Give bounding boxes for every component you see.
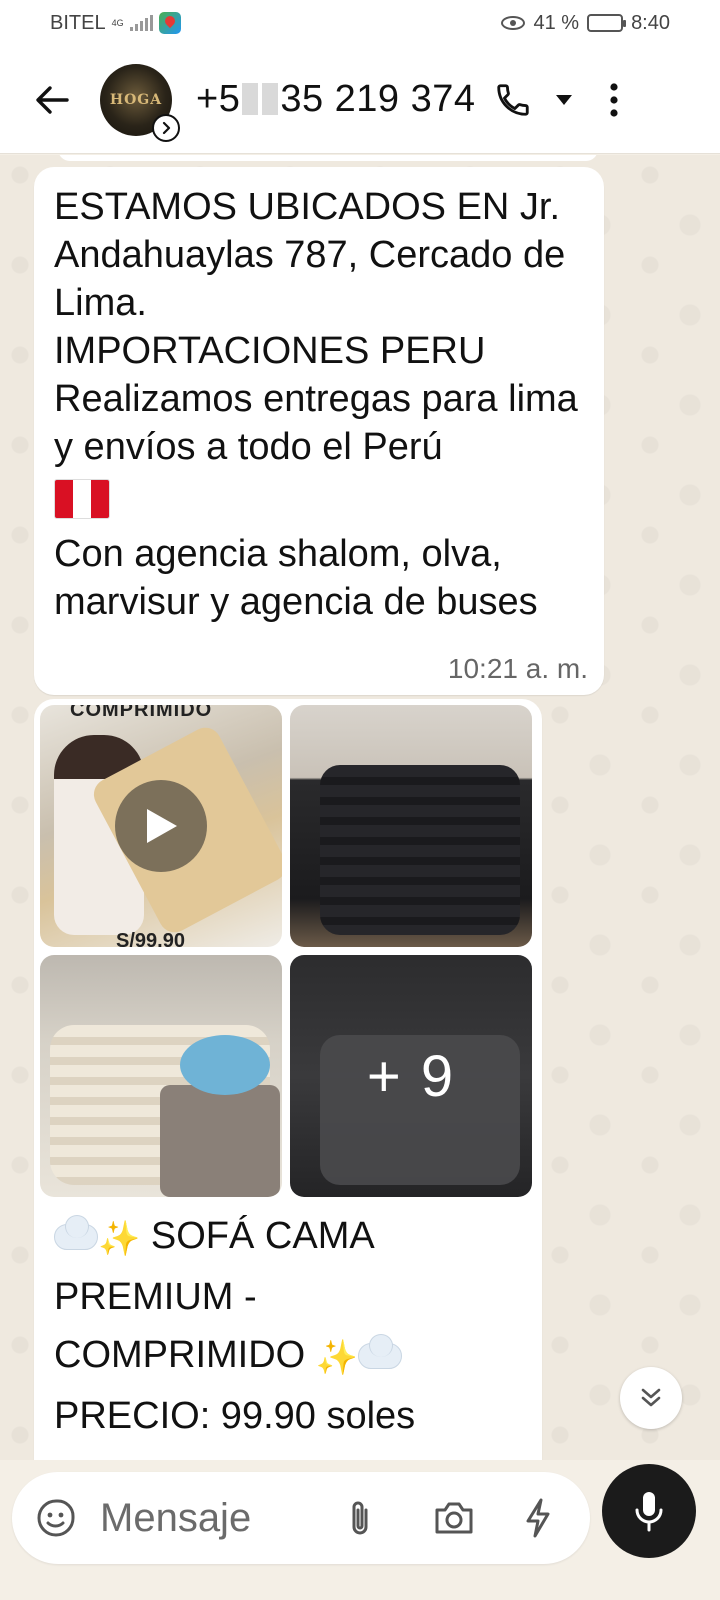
caption-text-1: SOFÁ CAMA [140,1215,375,1257]
plush-figure [180,1035,270,1095]
message-caption: ✨ SOFÁ CAMA PREMIUM - COMPRIMIDO ✨ PRECI… [40,1197,536,1445]
contact-number-suffix: 35 219 374 [280,78,476,120]
network-type-label: 4G [111,17,124,28]
status-right: 41 % 8:40 [501,12,670,35]
message-bubble-location[interactable]: ESTAMOS UBICADOS EN Jr. Andahuaylas 787,… [34,167,604,695]
redacted-block [242,83,259,115]
microphone-button[interactable] [602,1464,696,1558]
message-timestamp: 10:21 a. m. [447,653,588,684]
phone-call-icon[interactable] [494,78,538,122]
eye-comfort-icon [501,16,526,30]
cloud-emoji-icon [54,1215,98,1250]
blanket-figure [160,1085,280,1197]
caption-line-4: PRECIO: 99.90 soles [54,1395,416,1437]
peru-flag-emoji [54,479,110,519]
status-left: BITEL 4G [50,12,181,35]
camera-icon[interactable] [432,1496,476,1540]
sofa-figure [320,765,520,935]
more-options-icon[interactable] [602,80,626,120]
image-thumbnail-cream-sofa[interactable] [40,955,282,1197]
composer-bar [0,1460,720,1600]
message-input-pill [12,1472,590,1564]
microphone-icon [635,1492,663,1532]
sparkles-emoji-icon: ✨ [98,1220,141,1258]
chevron-right-icon [152,113,180,142]
contact-avatar[interactable]: HOGA [100,63,180,142]
image-thumbnail-more[interactable]: + 9 [290,955,532,1197]
play-icon[interactable] [115,780,207,872]
cloud-emoji-icon [358,1334,403,1369]
video-caption-top: COMPRIMIDO [70,705,213,721]
caption-line-1: ✨ SOFÁ CAMA [54,1207,522,1268]
quick-reply-bolt-icon[interactable] [518,1496,558,1540]
caret-down-icon[interactable] [552,88,576,112]
battery-percent: 41 % [533,11,580,34]
clock: 8:40 [631,11,670,34]
image-thumbnail-black-sofa[interactable] [290,705,532,947]
carrier-label: BITEL [50,11,106,34]
location-app-icon [158,12,181,34]
contact-name[interactable]: +5 35 219 374 [196,78,476,121]
attach-icon[interactable] [340,1496,380,1540]
caption-line-2: PREMIUM - [54,1276,257,1318]
sparkles-emoji-icon: ✨ [315,1339,359,1377]
chat-area[interactable]: ESTAMOS UBICADOS EN Jr. Andahuaylas 787,… [0,155,720,1460]
media-grid: COMPRIMIDO S/99.90 + 9 [40,705,536,1197]
avatar-logo-text: HOGA [109,91,163,108]
redacted-block [262,83,279,115]
sticker-icon[interactable] [34,1496,78,1540]
video-caption-bottom: S/99.90 [116,930,185,947]
status-bar: BITEL 4G 41 % 8:40 [0,0,720,46]
video-thumbnail[interactable]: COMPRIMIDO S/99.90 [40,705,282,947]
chat-header: HOGA +5 35 219 374 [0,46,720,154]
message-text-location: ESTAMOS UBICADOS EN Jr. Andahuaylas 787,… [54,186,578,468]
caption-text-3: COMPRIMIDO [54,1334,316,1376]
battery-icon [587,14,627,32]
more-media-count: + 9 [366,1043,456,1109]
previous-message-edge [58,155,598,161]
scroll-to-bottom-button[interactable] [620,1367,682,1429]
back-arrow-icon[interactable] [22,70,82,130]
contact-number-prefix: +5 [196,78,241,120]
caption-line-3: COMPRIMIDO ✨ [54,1326,522,1387]
message-input[interactable] [100,1495,300,1541]
message-text-agencies: Con agencia shalom, olva, marvisur y age… [54,533,538,623]
signal-icon [129,15,153,31]
message-bubble-media[interactable]: COMPRIMIDO S/99.90 + 9 ✨ SOFÁ CAMA PREMI… [34,699,542,1460]
